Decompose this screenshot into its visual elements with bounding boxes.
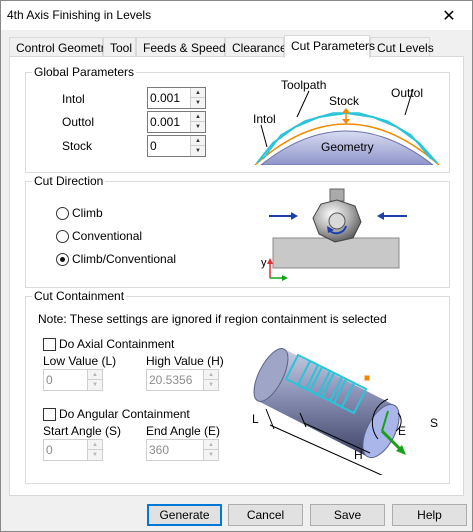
climb-label: Climb [72,206,103,220]
cut-direction-group: Cut Direction Climb Conventional Climb/C… [25,174,450,288]
axial-containment-label: Do Axial Containment [59,337,175,351]
geometry-label: Geometry [321,140,374,154]
cancel-button[interactable]: Cancel [228,504,303,526]
start-angle-input[interactable] [44,440,88,460]
s-label: S [430,416,438,430]
end-angle-down-button[interactable]: ▼ [203,450,218,460]
containment-diagram: L H E S [252,348,438,475]
intol-down-button[interactable]: ▼ [190,98,205,108]
stock-diagram-label: Stock [329,94,360,108]
containment-note: Note: These settings are ignored if regi… [38,312,387,326]
cut-containment-group: Cut Containment Note: These settings are… [25,289,450,484]
stock-arrow-head [342,108,350,113]
low-value-down-button[interactable]: ▼ [87,380,102,390]
e-label: E [398,424,406,438]
y-axis-label: y [261,257,267,269]
tab-clearance[interactable]: Clearance [225,37,287,57]
start-angle-down-button[interactable]: ▼ [87,450,102,460]
conventional-radio[interactable]: Conventional [56,229,142,243]
cut-containment-title: Cut Containment [32,289,127,303]
window-title: 4th Axis Finishing in Levels [7,8,152,22]
tab-tool[interactable]: Tool [103,37,136,57]
feed-arrow-right-head [377,212,384,220]
low-value-input[interactable] [44,370,88,390]
low-value-label: Low Value (L) [43,354,117,368]
global-parameters-group: Global Parameters Intol ▲ ▼ Outtol ▲ ▼ S… [25,65,450,173]
x-axis-label: x [283,279,289,282]
save-button[interactable]: Save [310,504,385,526]
low-value-up-button[interactable]: ▲ [87,370,102,380]
tab-panel: Global Parameters Intol ▲ ▼ Outtol ▲ ▼ S… [9,56,464,496]
end-angle-input[interactable] [147,440,204,460]
angular-containment-box[interactable] [43,407,56,421]
intol-spinner[interactable]: ▲ ▼ [147,87,206,109]
climb-conventional-radio[interactable]: Climb/Conventional [56,252,176,266]
tolerance-diagram: Toolpath Stock Outtol Intol Geometry [253,78,440,165]
y-axis-arrow [267,258,273,264]
title-bar: 4th Axis Finishing in Levels ✕ [1,1,472,30]
start-angle-up-button[interactable]: ▲ [87,440,102,450]
l-label: L [252,412,259,426]
climb-conventional-label: Climb/Conventional [72,252,177,266]
close-button[interactable]: ✕ [426,1,472,30]
outtol-down-button[interactable]: ▼ [190,122,205,132]
outtol-spinner[interactable]: ▲ ▼ [147,111,206,133]
climb-radio[interactable]: Climb [56,206,103,220]
stock-down-button[interactable]: ▼ [190,146,205,156]
cut-direction-diagram: y x [261,188,407,282]
high-value-input[interactable] [147,370,204,390]
workpiece-block [272,237,400,269]
stock-up-button[interactable]: ▲ [190,136,205,146]
stock-spinner[interactable]: ▲ ▼ [147,135,206,157]
conventional-radio-dot[interactable] [56,229,69,243]
h-label: H [354,448,363,462]
feed-arrow-left-head [291,212,298,220]
tab-control-geometry[interactable]: Control Geometry [9,37,111,57]
climb-conventional-radio-dot[interactable] [56,252,69,266]
high-value-down-button[interactable]: ▼ [203,380,218,390]
stock-label: Stock [62,139,93,153]
end-angle-up-button[interactable]: ▲ [203,440,218,450]
intol-input[interactable] [148,88,191,108]
outtol-input[interactable] [148,112,191,132]
start-angle-spinner[interactable]: ▲ ▼ [43,439,103,461]
outtol-diagram-label: Outtol [391,86,423,100]
l-extension-line [265,408,275,430]
help-button[interactable]: Help [392,504,467,526]
tool-shank [329,188,345,202]
intol-diagram-label: Intol [253,112,276,126]
intol-leader [260,124,268,148]
cutter-hub [328,212,346,230]
climb-radio-dot[interactable] [56,206,69,220]
high-value-label: High Value (H) [146,354,224,368]
end-angle-label: End Angle (E) [146,424,221,438]
conventional-label: Conventional [72,229,143,243]
outtol-up-button[interactable]: ▲ [190,112,205,122]
toolpath-label: Toolpath [281,78,326,92]
intol-up-button[interactable]: ▲ [190,88,205,98]
outtol-label: Outtol [62,115,95,129]
start-point-marker [363,374,371,382]
end-angle-spinner[interactable]: ▲ ▼ [146,439,219,461]
start-angle-label: Start Angle (S) [43,424,122,438]
intol-label: Intol [62,92,85,106]
angular-containment-label: Do Angular Containment [59,407,190,421]
generate-button[interactable]: Generate [147,504,222,526]
dialog-window: 4th Axis Finishing in Levels ✕ Control G… [0,0,473,532]
axial-containment-box[interactable] [43,337,56,351]
angular-containment-checkbox[interactable]: Do Angular Containment [43,407,190,421]
low-value-spinner[interactable]: ▲ ▼ [43,369,103,391]
toolpath-leader [296,90,310,118]
high-value-up-button[interactable]: ▲ [203,370,218,380]
global-parameters-title: Global Parameters [32,65,137,79]
tab-cut-levels[interactable]: Cut Levels [370,37,434,57]
axial-containment-checkbox[interactable]: Do Axial Containment [43,337,174,351]
stock-input[interactable] [148,136,191,156]
tab-feeds-speeds[interactable]: Feeds & Speeds [136,37,232,57]
high-value-spinner[interactable]: ▲ ▼ [146,369,219,391]
cut-direction-title: Cut Direction [32,174,106,188]
tab-cut-parameters[interactable]: Cut Parameters [284,35,375,58]
